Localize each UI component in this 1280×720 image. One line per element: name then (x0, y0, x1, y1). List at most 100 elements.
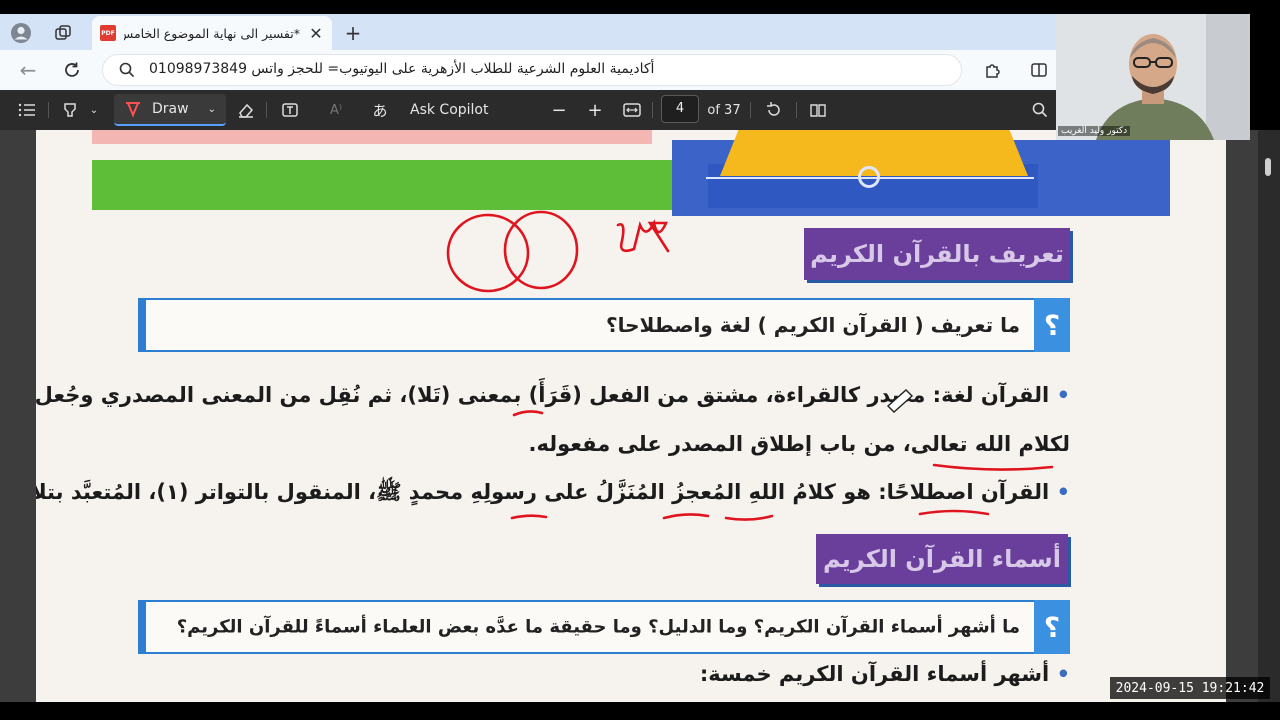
ink-underline (724, 514, 774, 521)
read-aloud-button[interactable]: A⁾ (324, 98, 348, 122)
search-icon (119, 62, 135, 78)
zoom-in-button[interactable]: + (584, 98, 606, 122)
chevron-down-icon: ⌄ (89, 104, 99, 116)
translate-button[interactable]: あ (368, 98, 392, 122)
toolbar-divider (652, 102, 653, 118)
bullet: • (1056, 480, 1070, 504)
ink-underline (510, 514, 548, 520)
add-text-button[interactable] (278, 98, 302, 122)
highlighter-icon (64, 103, 76, 117)
answer-text: أشهر أسماء القرآن الكريم خمسة: (699, 662, 1050, 686)
list-icon (18, 103, 35, 117)
book-icon (810, 104, 826, 117)
section-heading-text: أسماء القرآن الكريم (822, 545, 1062, 573)
ask-copilot-label: Ask Copilot (410, 102, 489, 118)
definition-text: القرآن لغة: مصدر كالقراءة، مشتق من الفعل… (36, 383, 1050, 407)
question-mark-icon: ؟ (1034, 600, 1070, 654)
profile-button[interactable] (8, 20, 34, 46)
definition-line-3: • القرآن اصطلاحًا: هو كلامُ اللهِ المُعج… (36, 479, 1070, 510)
ask-copilot-button[interactable]: Ask Copilot (410, 98, 500, 122)
toolbar-divider (48, 102, 49, 118)
definition-text: القرآن اصطلاحًا: هو كلامُ اللهِ المُعجزُ… (36, 480, 1050, 504)
minus-icon: − (551, 99, 567, 121)
back-arrow-icon: ← (19, 58, 37, 82)
scrollbar-thumb[interactable] (1265, 158, 1271, 176)
pdf-page: تعريف بالقرآن الكريم ؟ ما تعريف ( القرآن… (36, 130, 1226, 702)
pdf-file-icon: PDF (100, 25, 116, 41)
section-heading-text: تعريف بالقرآن الكريم (810, 240, 1064, 268)
draw-label: Draw (152, 101, 189, 117)
refresh-button[interactable] (58, 58, 86, 82)
search-icon (1032, 102, 1048, 118)
workspaces-button[interactable] (50, 20, 76, 46)
tab-close-icon[interactable]: ✕ (308, 24, 324, 43)
text-box-icon (282, 103, 298, 117)
active-tab[interactable]: PDF *تفسير الى نهاية الموضوع الخامس. ✕ (92, 16, 332, 50)
read-aloud-icon: A⁾ (329, 102, 343, 118)
fit-page-button[interactable] (620, 98, 644, 122)
plus-icon: + (344, 21, 362, 45)
bullet: • (1056, 662, 1070, 686)
presenter-video (1056, 14, 1250, 140)
extensions-button[interactable] (980, 58, 1006, 82)
draw-button[interactable]: Draw ⌄ (114, 94, 226, 126)
decorative-green-bar (92, 160, 674, 210)
pdf-toolbar: ⌄ Draw ⌄ A⁾ あ Ask Copilot − + of 37 (0, 90, 1056, 130)
rotate-button[interactable] (762, 98, 786, 122)
find-button[interactable] (1028, 98, 1052, 122)
address-bar[interactable]: أكاديمية العلوم الشرعية للطلاب الأزهرية … (102, 54, 962, 86)
ink-underline (918, 509, 990, 516)
ink-underline (512, 410, 544, 417)
bottom-black-bar (0, 702, 1280, 720)
screen: PDF *تفسير الى نهاية الموضوع الخامس. ✕ +… (0, 0, 1280, 720)
ink-underline (662, 513, 710, 520)
question-box: ؟ ما تعريف ( القرآن الكريم ) لغة واصطلاح… (138, 298, 1070, 352)
highlight-button[interactable] (58, 98, 82, 122)
tab-title: *تفسير الى نهاية الموضوع الخامس. (124, 25, 300, 41)
split-screen-button[interactable] (1026, 58, 1052, 82)
highlight-dropdown[interactable]: ⌄ (86, 98, 102, 122)
page-number-input[interactable]: 4 (661, 95, 699, 123)
new-tab-button[interactable]: + (340, 20, 366, 46)
tab-strip: PDF *تفسير الى نهاية الموضوع الخامس. ✕ + (0, 14, 1056, 50)
question-mark-icon: ؟ (1034, 298, 1070, 352)
contents-button[interactable] (14, 98, 40, 122)
zoom-out-button[interactable]: − (548, 98, 570, 122)
definition-text: لكلام الله تعالى، من باب إطلاق المصدر عل… (528, 432, 1071, 456)
decorative-circle (858, 166, 880, 188)
back-button[interactable]: ← (14, 58, 42, 82)
plus-icon: + (587, 99, 603, 121)
vertical-scrollbar[interactable] (1258, 130, 1280, 702)
eraser-icon (239, 103, 254, 118)
workspaces-icon (55, 25, 71, 40)
rotate-icon (767, 102, 780, 116)
erase-button[interactable] (234, 98, 258, 122)
bullet: • (1056, 383, 1070, 407)
toolbar-divider (266, 102, 267, 118)
pen-icon (126, 102, 140, 118)
section-heading-names: أسماء القرآن الكريم (816, 534, 1068, 584)
presenter-name-label: دكتور وليد الغريب (1058, 126, 1131, 136)
refresh-icon (65, 62, 79, 77)
answer-line: • أشهر أسماء القرآن الكريم خمسة: (700, 662, 1070, 686)
page-view-button[interactable] (806, 98, 830, 122)
ink-underline (932, 463, 1054, 471)
question-box: ؟ ما أشهر أسماء القرآن الكريم؟ وما الدلي… (138, 600, 1070, 654)
chevron-down-icon: ⌄ (207, 103, 216, 115)
recording-timestamp: 2024-09-15 19:21:42 (1110, 677, 1270, 699)
question-text: ما تعريف ( القرآن الكريم ) لغة واصطلاحا؟ (606, 313, 1020, 337)
toolbar-divider (796, 102, 797, 118)
decorative-top-strip (92, 130, 652, 144)
section-heading-definition: تعريف بالقرآن الكريم (804, 228, 1070, 280)
translate-icon: あ (372, 101, 388, 120)
profile-icon (11, 23, 31, 43)
definition-line-1: • القرآن لغة: مصدر كالقراءة، مشتق من الف… (36, 383, 1070, 407)
address-bar-row: ← أكاديمية العلوم الشرعية للطلاب الأزهري… (0, 50, 1056, 90)
question-text: ما أشهر أسماء القرآن الكريم؟ وما الدليل؟… (176, 616, 1020, 638)
definition-line-2: لكلام الله تعالى، من باب إطلاق المصدر عل… (529, 432, 1071, 456)
ink-handwriting (616, 219, 670, 253)
webcam-overlay (1056, 14, 1250, 140)
split-screen-icon (1031, 63, 1047, 77)
puzzle-icon (986, 64, 1000, 78)
ink-circle-left (446, 213, 530, 293)
